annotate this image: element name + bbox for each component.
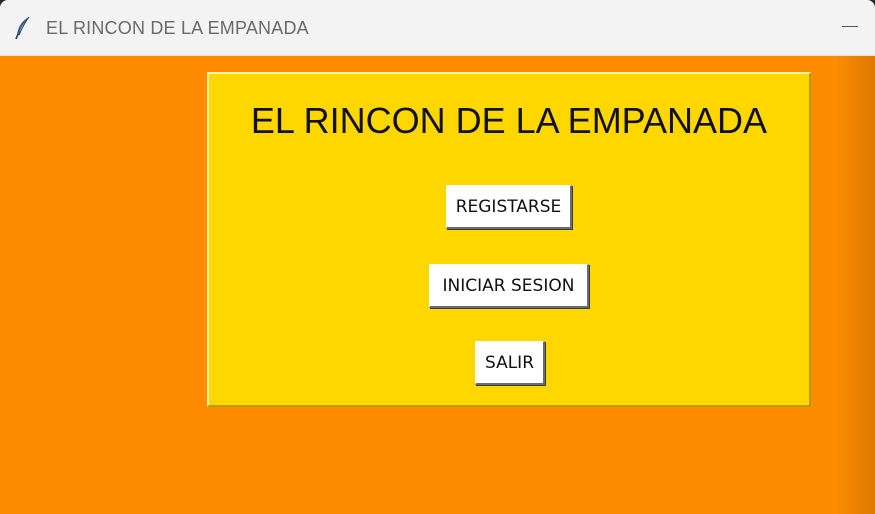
main-content: EL RINCON DE LA EMPANADA REGISTARSE INIC… <box>0 56 875 514</box>
page-title: EL RINCON DE LA EMPANADA <box>250 100 768 141</box>
feather-icon <box>14 16 32 40</box>
menu-panel: EL RINCON DE LA EMPANADA REGISTARSE INIC… <box>207 72 811 407</box>
title-bar[interactable]: EL RINCON DE LA EMPANADA <box>0 0 875 56</box>
exit-button[interactable]: SALIR <box>475 341 545 385</box>
minimize-button[interactable] <box>825 0 875 55</box>
minimize-icon <box>842 26 858 27</box>
register-button[interactable]: REGISTARSE <box>446 185 572 229</box>
app-window: EL RINCON DE LA EMPANADA EL RINCON DE LA… <box>0 0 875 514</box>
login-button[interactable]: INICIAR SESION <box>429 264 589 308</box>
window-title: EL RINCON DE LA EMPANADA <box>46 18 309 38</box>
